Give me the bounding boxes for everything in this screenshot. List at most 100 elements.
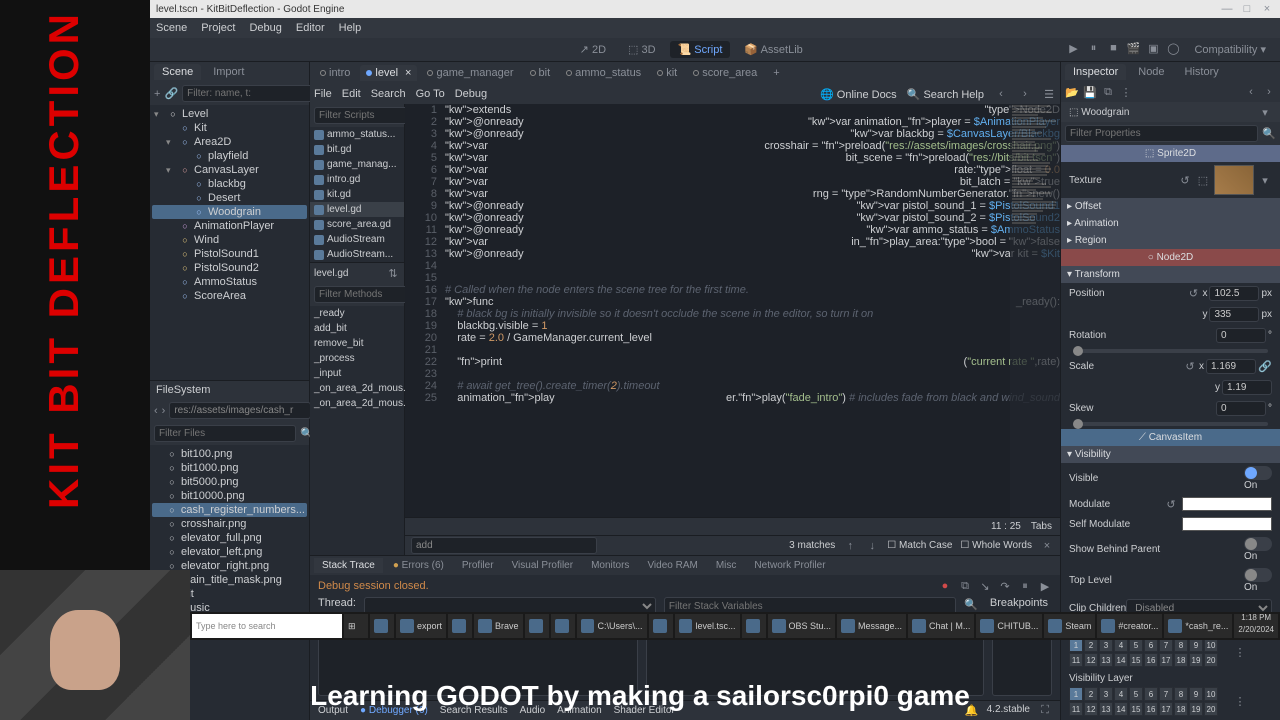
taskbar-clock[interactable]: 1:18 PM2/20/2024: [1234, 614, 1278, 638]
script-menu-goto[interactable]: Go To: [416, 88, 445, 100]
play-custom-icon[interactable]: ▣: [1146, 41, 1160, 55]
fs-item[interactable]: ○crosshair.png: [152, 517, 307, 531]
taskbar-item[interactable]: [448, 614, 472, 638]
play-scene-icon[interactable]: 🎬: [1126, 41, 1140, 55]
renderer-dropdown[interactable]: Compatibility ▾: [1186, 41, 1274, 58]
scene-node-area2d[interactable]: ▾○Area2D: [152, 135, 307, 149]
layer-bit-18[interactable]: 18: [1174, 653, 1188, 667]
taskbar-item[interactable]: CHITUB...: [976, 614, 1042, 638]
layer-bit-2[interactable]: 2: [1084, 638, 1098, 652]
scene-node-kit[interactable]: ○Kit: [152, 121, 307, 135]
script-item[interactable]: game_manag...: [310, 157, 404, 172]
debug-tab[interactable]: Misc: [708, 558, 745, 573]
top-level-toggle[interactable]: [1244, 568, 1272, 582]
layer-bit-1[interactable]: 1: [1069, 638, 1083, 652]
layer-bit-9[interactable]: 9: [1189, 638, 1203, 652]
layer-bit-7[interactable]: 7: [1159, 638, 1173, 652]
script-item[interactable]: kit.gd: [310, 187, 404, 202]
section-animation[interactable]: ▸ Animation: [1061, 215, 1280, 232]
minimap[interactable]: [1010, 104, 1060, 517]
taskbar-item[interactable]: [742, 614, 766, 638]
pause-icon[interactable]: ⏸: [1086, 41, 1100, 55]
search-help-link[interactable]: 🔍 Search Help: [907, 88, 984, 101]
next-icon[interactable]: ›: [1018, 87, 1032, 101]
taskbar-item[interactable]: OBS Stu...: [768, 614, 836, 638]
property-filter-input[interactable]: [1065, 125, 1258, 142]
find-input[interactable]: [411, 537, 597, 554]
task-view-icon[interactable]: ⊞: [344, 614, 368, 638]
menu-help[interactable]: Help: [339, 22, 362, 34]
section-node2d[interactable]: ○ Node2D: [1061, 249, 1280, 266]
record-icon[interactable]: ●: [938, 579, 952, 593]
view-3d[interactable]: ⬚ 3D: [620, 41, 664, 58]
taskbar-item[interactable]: [649, 614, 673, 638]
section-offset[interactable]: ▸ Offset: [1061, 198, 1280, 215]
debug-tab[interactable]: Video RAM: [639, 558, 705, 573]
position-y-input[interactable]: [1209, 307, 1259, 322]
fs-item[interactable]: ○bit5000.png: [152, 475, 307, 489]
step-into-icon[interactable]: ↘: [978, 579, 992, 593]
script-item[interactable]: score_area.gd: [310, 217, 404, 232]
maximize-icon[interactable]: □: [1240, 2, 1254, 16]
prev-icon[interactable]: ‹: [1244, 85, 1258, 99]
stop-icon[interactable]: ■: [1106, 41, 1120, 55]
layer-bit-8[interactable]: 8: [1174, 638, 1188, 652]
position-x-input[interactable]: [1209, 286, 1259, 301]
more-icon[interactable]: ⋮: [1233, 646, 1247, 660]
skew-slider[interactable]: [1073, 422, 1268, 426]
reset-icon[interactable]: ↺: [1186, 287, 1200, 301]
taskbar-item[interactable]: [370, 614, 394, 638]
fs-path-input[interactable]: [169, 402, 311, 419]
method-item[interactable]: add_bit: [310, 321, 404, 336]
scene-tab-game_manager[interactable]: game_manager: [421, 65, 519, 81]
search-icon[interactable]: 🔍: [964, 597, 978, 611]
script-item[interactable]: intro.gd: [310, 172, 404, 187]
chevron-down-icon[interactable]: ▾: [1258, 173, 1272, 187]
script-menu-debug[interactable]: Debug: [455, 88, 487, 100]
scene-tab-intro[interactable]: intro: [314, 65, 356, 81]
script-item[interactable]: AudioStream: [310, 232, 404, 247]
add-tab-button[interactable]: +: [767, 65, 785, 81]
indent-status[interactable]: Tabs: [1031, 521, 1052, 532]
layer-bit-16[interactable]: 16: [1144, 653, 1158, 667]
layer-bit-20[interactable]: 20: [1204, 653, 1218, 667]
debug-tab[interactable]: Stack Trace: [314, 558, 383, 573]
layer-bit-3[interactable]: 3: [1099, 638, 1113, 652]
layer-bit-6[interactable]: 6: [1144, 638, 1158, 652]
taskbar-item[interactable]: [525, 614, 549, 638]
fs-item[interactable]: ○bit100.png: [152, 447, 307, 461]
taskbar-item[interactable]: Message...: [837, 614, 906, 638]
layer-bit-13[interactable]: 13: [1099, 653, 1113, 667]
section-canvasitem[interactable]: ⟋ CanvasItem: [1061, 429, 1280, 446]
layer-bit-10[interactable]: 10: [1204, 638, 1218, 652]
prev-match-icon[interactable]: ↑: [843, 539, 857, 553]
method-item[interactable]: _on_area_2d_mous...: [310, 381, 404, 396]
view-script[interactable]: 📜 Script: [670, 41, 731, 58]
taskbar-item[interactable]: export: [396, 614, 446, 638]
script-menu-search[interactable]: Search: [371, 88, 406, 100]
fs-item[interactable]: ○bit1000.png: [152, 461, 307, 475]
tab-import[interactable]: Import: [205, 64, 252, 80]
back-icon[interactable]: ‹: [154, 404, 158, 418]
scene-filter-input[interactable]: [182, 85, 324, 102]
reset-icon[interactable]: ↺: [1178, 173, 1192, 187]
layer-bit-14[interactable]: 14: [1114, 653, 1128, 667]
fs-item[interactable]: ○bit10000.png: [152, 489, 307, 503]
pause-icon[interactable]: ⏸: [1018, 579, 1032, 593]
minimize-icon[interactable]: —: [1220, 2, 1234, 16]
layer-bit-4[interactable]: 4: [1114, 638, 1128, 652]
taskbar-item[interactable]: Chat | M...: [908, 614, 974, 638]
taskbar-item[interactable]: Steam: [1044, 614, 1095, 638]
scene-node-woodgrain[interactable]: ○Woodgrain: [152, 205, 307, 219]
scene-node-desert[interactable]: ○Desert: [152, 191, 307, 205]
scene-tab-bit[interactable]: bit: [524, 65, 557, 81]
visible-toggle[interactable]: [1244, 466, 1272, 480]
scene-tab-level[interactable]: level ×: [360, 65, 417, 81]
layer-bit-15[interactable]: 15: [1129, 653, 1143, 667]
open-icon[interactable]: 📂: [1065, 85, 1079, 99]
tab-node[interactable]: Node: [1130, 64, 1172, 80]
match-case-toggle[interactable]: ☐ Match Case: [887, 540, 952, 551]
scene-node-level[interactable]: ▾○Level: [152, 107, 307, 121]
fs-item[interactable]: ○cash_register_numbers...: [152, 503, 307, 517]
copy-icon[interactable]: ⧉: [958, 579, 972, 593]
